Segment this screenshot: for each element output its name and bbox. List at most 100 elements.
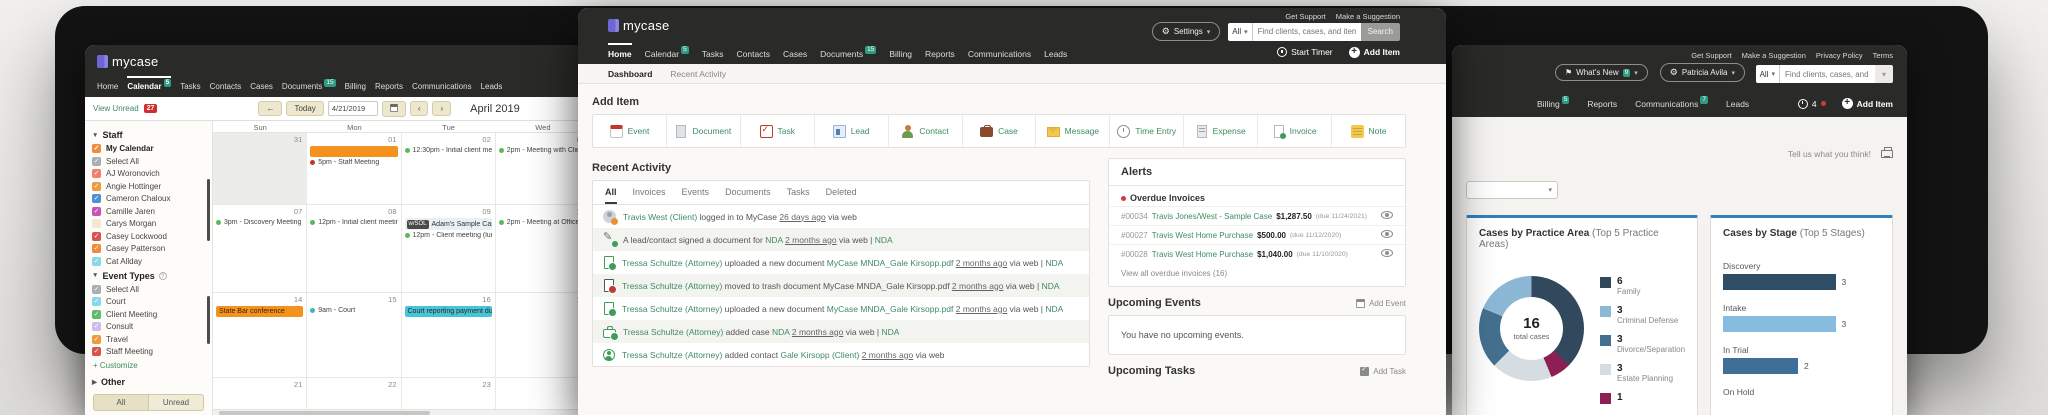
staff-section-title[interactable]: ▼ Staff: [92, 130, 205, 140]
quick-add-message[interactable]: Message: [1036, 115, 1111, 147]
checkbox[interactable]: ✓: [92, 194, 101, 203]
filter-all-button[interactable]: All: [93, 394, 149, 411]
timed-event[interactable]: 2pm - Meeting with Client: Jack: [498, 147, 586, 154]
back-arrow-button[interactable]: ←: [258, 101, 283, 116]
activity-link[interactable]: Tressa Schultze (Attorney): [622, 258, 722, 268]
nav-item-contacts[interactable]: Contacts: [210, 76, 242, 97]
invoice-link[interactable]: Travis West Home Purchase: [1152, 231, 1253, 240]
search-input[interactable]: [1252, 22, 1361, 41]
print-icon[interactable]: [1881, 147, 1893, 158]
tab-invoices[interactable]: Invoices: [633, 187, 666, 204]
calendar-day-cell[interactable]: 08 12pm - Initial client meeting: Bob B: [307, 205, 402, 292]
tab-tasks[interactable]: Tasks: [787, 187, 810, 204]
activity-link[interactable]: NDA: [765, 235, 782, 245]
sidebar-scrollbar-thumb[interactable]: [207, 296, 210, 344]
search-input[interactable]: [1779, 65, 1875, 83]
calendar-day-cell[interactable]: 15 9am - Court: [307, 293, 402, 377]
search-button[interactable]: Search: [1360, 22, 1400, 41]
tab-deleted[interactable]: Deleted: [826, 187, 857, 204]
timed-event[interactable]: 12pm - Client meeting (lunch): [404, 232, 492, 239]
horizontal-scrollbar[interactable]: [213, 409, 590, 415]
timed-event[interactable]: 2pm - Meeting at Office to Disc: [498, 219, 586, 226]
search-chevron[interactable]: ▾: [1874, 65, 1893, 83]
allday-event[interactable]: State Bar conference: [216, 306, 304, 317]
nav-item-billing[interactable]: Billing: [889, 43, 912, 64]
activity-link[interactable]: MyCase MNDA_Gale Kirsopp.pdf: [827, 304, 954, 314]
start-timer-button[interactable]: Start Timer: [1277, 47, 1333, 57]
nav-item-reports[interactable]: Reports: [1587, 93, 1617, 117]
nav-item-reports[interactable]: Reports: [925, 43, 955, 64]
quick-add-expense[interactable]: Expense: [1184, 115, 1259, 147]
invoice-link[interactable]: Travis Jones/West - Sample Case: [1152, 212, 1272, 221]
header-link-get-support[interactable]: Get Support: [1285, 12, 1325, 21]
quick-add-task[interactable]: Task: [741, 115, 815, 147]
report-filter-dropdown[interactable]: ▾: [1466, 181, 1558, 199]
activity-link[interactable]: Tressa Schultze (Attorney): [622, 304, 722, 314]
calendar-day-cell[interactable]: 01 5pm - Staff Meeting: [307, 133, 402, 204]
subnav-dashboard[interactable]: Dashboard: [608, 69, 652, 79]
checkbox[interactable]: ✓: [92, 231, 101, 241]
quick-add-note[interactable]: Note: [1332, 115, 1405, 147]
activity-link[interactable]: MyCase MNDA_Gale Kirsopp.pdf: [827, 258, 954, 268]
add-event-button[interactable]: Add Event: [1356, 298, 1406, 308]
add-item-button[interactable]: Add Item: [1348, 46, 1400, 58]
nav-item-communications[interactable]: Communications: [968, 43, 1031, 64]
sidebar-scrollbar-thumb[interactable]: [207, 179, 210, 241]
activity-link[interactable]: NDA: [882, 327, 900, 337]
tab-all[interactable]: All: [605, 187, 617, 204]
tab-documents[interactable]: Documents: [725, 187, 771, 204]
activity-link[interactable]: NDA: [1045, 304, 1063, 314]
checkbox[interactable]: ✓: [92, 309, 101, 319]
nav-item-calendar[interactable]: Calendar 5: [127, 76, 172, 97]
checkbox[interactable]: ✓: [92, 334, 101, 344]
timed-event[interactable]: 12:30pm - Initial client meeting: [404, 147, 492, 154]
checkbox[interactable]: ✓: [92, 206, 101, 216]
nav-item-cases[interactable]: Cases: [250, 76, 273, 97]
date-input[interactable]: [327, 101, 378, 116]
view-all-overdue-link[interactable]: View all overdue invoices (16): [1109, 263, 1405, 286]
whats-new-dropdown[interactable]: What's New 9 ▾: [1555, 64, 1648, 81]
add-task-button[interactable]: Add Task: [1360, 365, 1406, 376]
customize-link[interactable]: + Customize: [93, 361, 205, 370]
prev-month-button[interactable]: ‹: [409, 101, 429, 116]
nav-item-contacts[interactable]: Contacts: [736, 43, 770, 64]
activity-link[interactable]: NDA: [1042, 281, 1060, 291]
checkbox[interactable]: ✓: [92, 297, 101, 306]
nav-item-home[interactable]: Home: [97, 76, 118, 97]
view-unread-link[interactable]: View Unread: [93, 104, 139, 113]
quick-add-case[interactable]: Case: [963, 115, 1037, 147]
checkbox[interactable]: ✓: [92, 144, 101, 153]
timed-event[interactable]: 5pm - Staff Meeting: [310, 159, 397, 166]
nav-item-communications[interactable]: Communications: [412, 76, 472, 97]
nav-item-reports[interactable]: Reports: [375, 76, 403, 97]
header-link-get-support[interactable]: Get Support: [1691, 51, 1731, 60]
search-scope-dropdown[interactable]: All ▾: [1228, 22, 1253, 41]
quick-add-event[interactable]: Event: [593, 115, 667, 147]
checkbox[interactable]: ✓: [92, 244, 101, 253]
calendar-day-cell[interactable]: 02 12:30pm - Initial client meeting: [402, 133, 496, 204]
calendar-day-cell[interactable]: 17: [496, 293, 590, 377]
scrollbar-thumb[interactable]: [219, 411, 431, 415]
quick-add-invoice[interactable]: Invoice: [1258, 115, 1333, 147]
quick-add-time-entry[interactable]: Time Entry: [1110, 115, 1185, 147]
header-link-terms[interactable]: Terms: [1873, 51, 1893, 60]
today-button[interactable]: Today: [286, 101, 324, 116]
eye-toggle[interactable]: [1381, 230, 1393, 240]
eye-toggle[interactable]: [1381, 249, 1393, 259]
settings-dropdown[interactable]: Settings ▾: [1151, 22, 1221, 41]
calendar-day-cell[interactable]: 31: [213, 133, 308, 204]
checkbox[interactable]: ✓: [92, 169, 101, 178]
nav-item-billing[interactable]: Billing: [345, 76, 366, 97]
activity-link[interactable]: Tressa Schultze (Attorney): [622, 281, 722, 291]
activity-link[interactable]: NDA: [875, 235, 893, 245]
event-types-section-title[interactable]: ▼ Event Types?: [92, 271, 205, 281]
user-menu-dropdown[interactable]: Patricia Avila ▾: [1659, 63, 1745, 82]
activity-link[interactable]: NDA: [772, 327, 789, 337]
allday-event[interactable]: Court reporting payment due: [404, 306, 492, 317]
search-scope-dropdown[interactable]: All ▾: [1755, 65, 1780, 83]
datepicker-button[interactable]: [381, 100, 406, 117]
checkbox[interactable]: ✓: [92, 284, 101, 294]
checkbox[interactable]: ✓: [92, 256, 101, 266]
header-link-make-a-suggestion[interactable]: Make a Suggestion: [1336, 12, 1400, 21]
next-month-button[interactable]: ›: [432, 101, 452, 116]
